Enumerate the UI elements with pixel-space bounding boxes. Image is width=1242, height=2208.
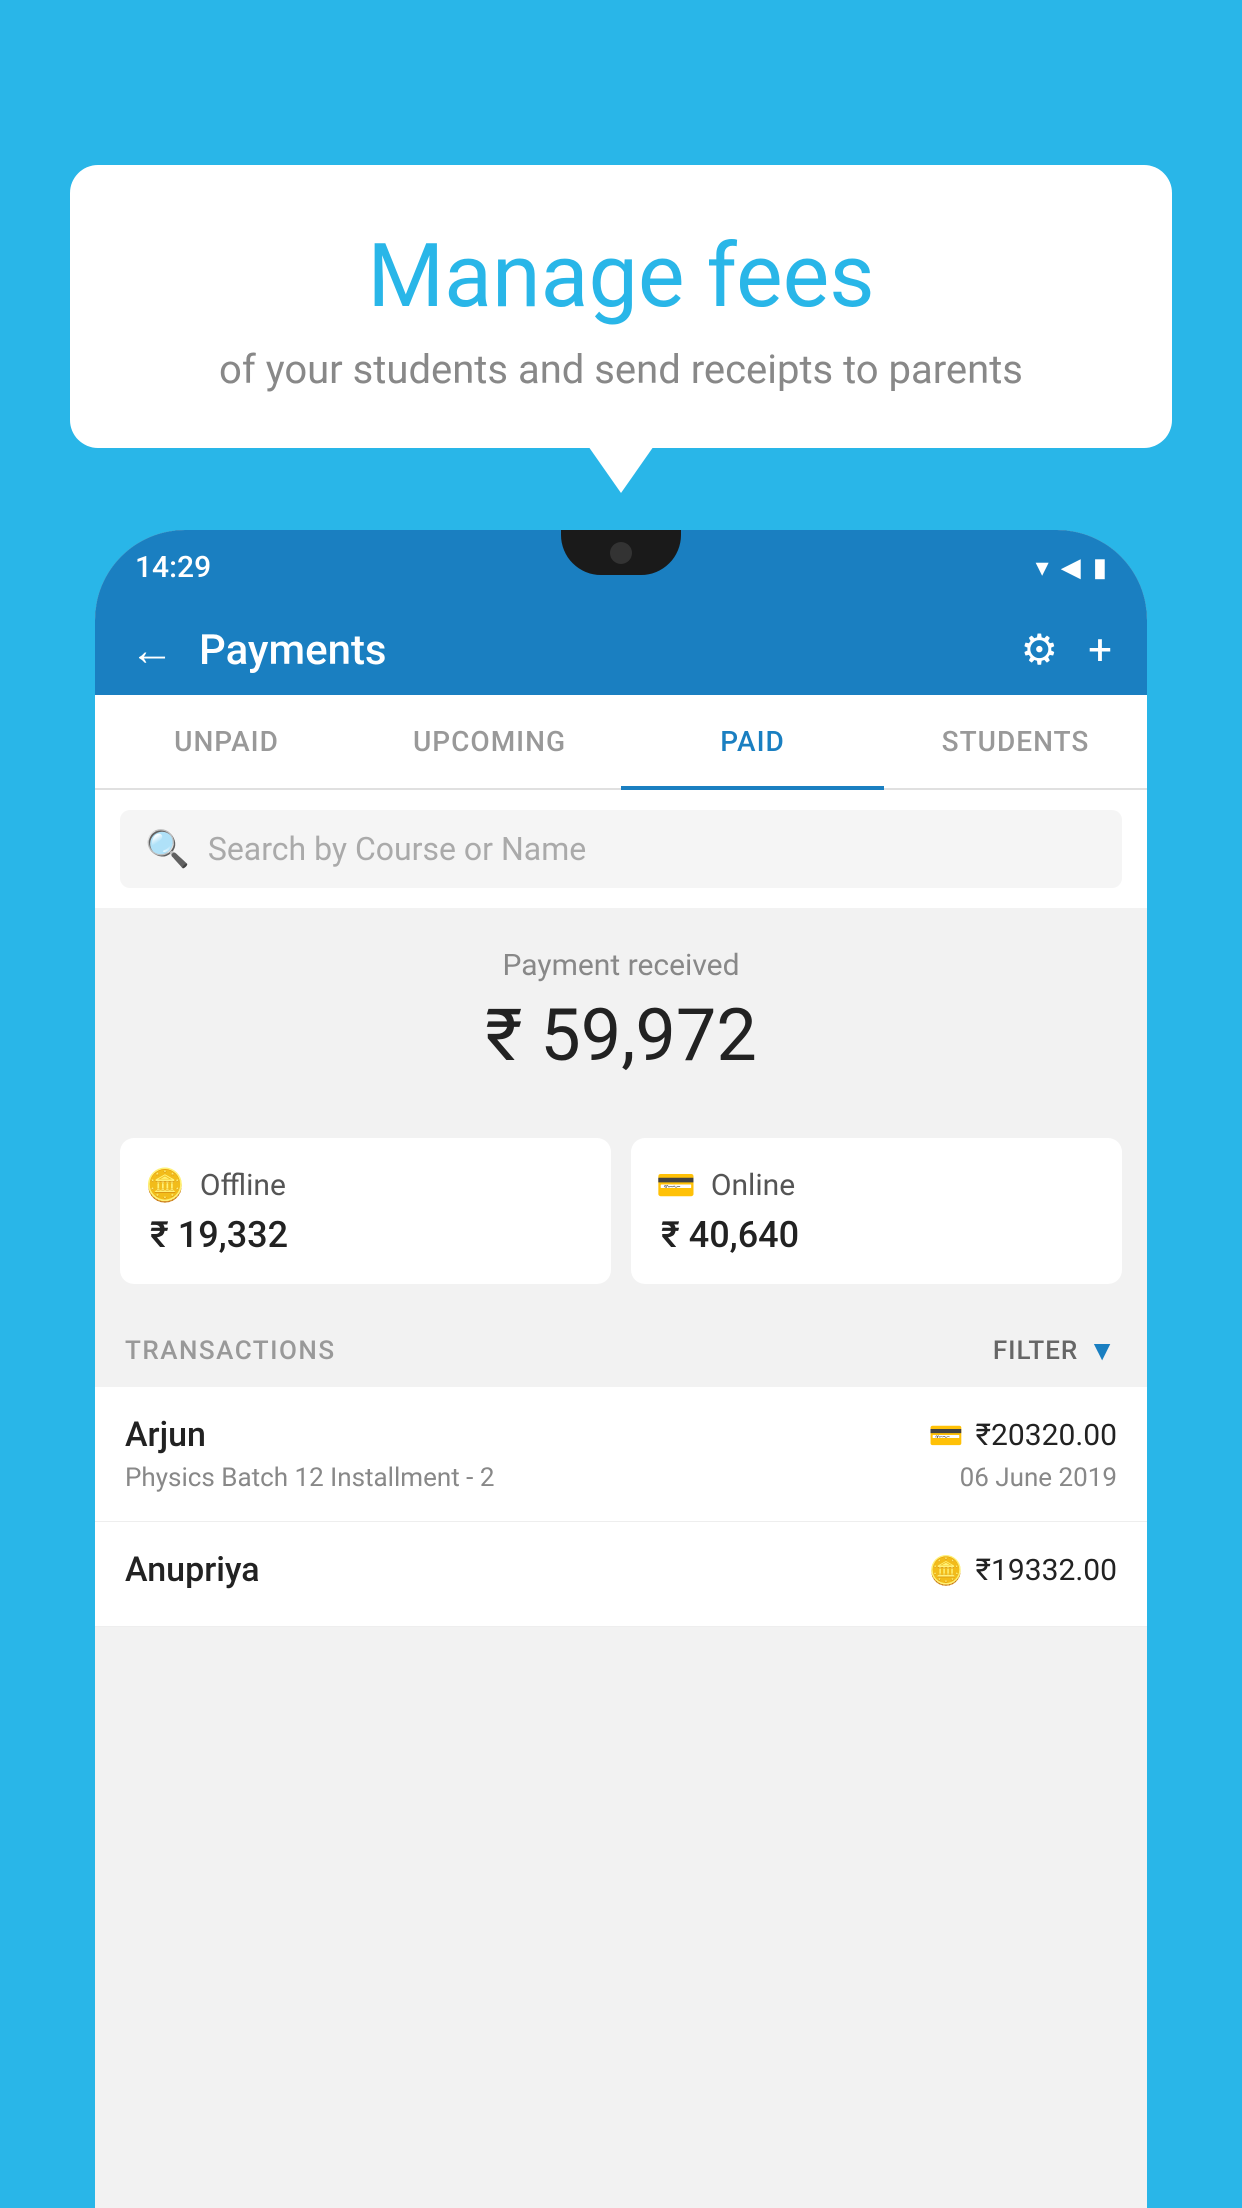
bubble-subtitle: of your students and send receipts to pa… [120,346,1122,393]
back-button[interactable]: ← [130,624,174,676]
offline-icon: 🪙 [145,1166,185,1204]
payment-cards: 🪙 Offline ₹ 19,332 💳 Online ₹ 40,640 [95,1138,1147,1314]
filter-icon: ▼ [1088,1334,1117,1367]
filter-label: FILTER [993,1336,1078,1366]
status-time: 14:29 [135,550,211,585]
transaction-payment-icon: 💳 [929,1419,964,1452]
settings-icon[interactable]: ⚙ [1021,625,1059,675]
camera [610,542,632,564]
page-title: Payments [199,626,1021,675]
notch [561,530,681,575]
signal-icon: ◀ [1061,553,1081,583]
search-bar-container: 🔍 Search by Course or Name [95,790,1147,908]
transaction-name: Arjun [125,1415,206,1455]
transaction-row[interactable]: Anupriya 🪙 ₹19332.00 [95,1522,1147,1627]
transaction-course: Physics Batch 12 Installment - 2 [125,1463,494,1493]
transaction-amount-wrapper: 🪙 ₹19332.00 [929,1553,1117,1588]
tabs-bar: UNPAID UPCOMING PAID STUDENTS [95,695,1147,790]
filter-button[interactable]: FILTER ▼ [993,1334,1117,1367]
search-placeholder: Search by Course or Name [208,830,586,868]
status-bar: 14:29 ▾ ◀ ▮ [95,530,1147,605]
transaction-amount-wrapper: 💳 ₹20320.00 [929,1418,1117,1453]
transaction-name: Anupriya [125,1550,260,1590]
offline-payment-card: 🪙 Offline ₹ 19,332 [120,1138,611,1284]
app-header: ← Payments ⚙ + [95,605,1147,695]
transaction-amount: ₹19332.00 [976,1553,1117,1588]
transactions-header: TRANSACTIONS FILTER ▼ [95,1314,1147,1387]
tab-paid[interactable]: PAID [621,695,884,788]
online-payment-card: 💳 Online ₹ 40,640 [631,1138,1122,1284]
offline-amount: ₹ 19,332 [145,1214,586,1256]
wifi-icon: ▾ [1036,553,1049,583]
payment-total-amount: ₹ 59,972 [125,993,1117,1078]
offline-label: Offline [200,1168,286,1203]
transactions-label: TRANSACTIONS [125,1336,336,1366]
status-icons: ▾ ◀ ▮ [1036,553,1107,583]
online-label: Online [711,1168,795,1203]
transaction-payment-icon: 🪙 [929,1554,964,1587]
tab-upcoming[interactable]: UPCOMING [358,695,621,788]
transaction-amount: ₹20320.00 [976,1418,1117,1453]
search-input-wrapper[interactable]: 🔍 Search by Course or Name [120,810,1122,888]
add-icon[interactable]: + [1088,626,1112,675]
payment-summary: Payment received ₹ 59,972 [95,908,1147,1138]
speech-bubble: Manage fees of your students and send re… [70,165,1172,448]
phone-content: 🔍 Search by Course or Name Payment recei… [95,790,1147,2208]
bubble-title: Manage fees [120,225,1122,328]
search-icon: 🔍 [145,828,190,870]
battery-icon: ▮ [1093,553,1107,583]
transaction-row[interactable]: Arjun 💳 ₹20320.00 Physics Batch 12 Insta… [95,1387,1147,1522]
phone-device: 14:29 ▾ ◀ ▮ ← Payments ⚙ + UNPAID [95,530,1147,2208]
online-amount: ₹ 40,640 [656,1214,1097,1256]
transaction-date: 06 June 2019 [960,1463,1117,1493]
header-actions: ⚙ + [1021,625,1113,675]
online-icon: 💳 [656,1166,696,1204]
tab-students[interactable]: STUDENTS [884,695,1147,788]
payment-received-label: Payment received [125,948,1117,983]
tab-unpaid[interactable]: UNPAID [95,695,358,788]
